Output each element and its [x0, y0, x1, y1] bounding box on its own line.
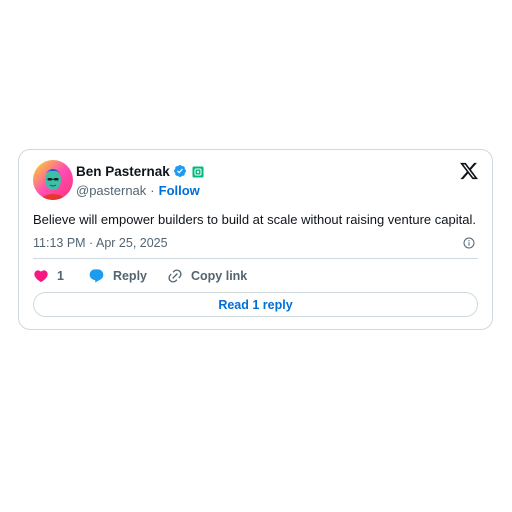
reply-label: Reply — [112, 269, 147, 283]
author-handle[interactable]: @pasternak — [76, 183, 146, 198]
author-handle-row: @pasternak · Follow — [76, 182, 200, 198]
tweet-timestamp[interactable]: 11:13 PM · Apr 25, 2025 — [33, 236, 168, 250]
follow-link[interactable]: Follow — [159, 183, 200, 198]
copy-link-label: Copy link — [191, 269, 248, 283]
author-display-name[interactable]: Ben Pasternak — [76, 164, 170, 179]
tweet-embed-card: Ben Pasternak @pasternak · Follow Believ… — [18, 149, 493, 330]
affiliate-badge-icon[interactable] — [192, 165, 204, 178]
separator-dot: · — [150, 182, 155, 198]
like-count: 1 — [57, 269, 64, 283]
info-icon[interactable] — [463, 236, 475, 249]
reply-button[interactable]: Reply — [88, 268, 147, 284]
link-icon — [168, 269, 182, 283]
copy-link-button[interactable]: Copy link — [167, 268, 247, 284]
like-button[interactable]: 1 — [33, 268, 88, 284]
tweet-text: Believe will empower builders to build a… — [33, 212, 476, 227]
author-name-row: Ben Pasternak — [76, 163, 204, 179]
tweet-actions: 1 Reply Copy link — [33, 267, 247, 285]
speech-bubble-icon — [89, 269, 104, 283]
divider — [33, 258, 478, 259]
x-logo-icon[interactable] — [459, 161, 479, 181]
verified-badge-icon — [173, 164, 187, 178]
read-replies-label: Read 1 reply — [218, 297, 293, 312]
read-replies-button[interactable]: Read 1 reply — [33, 292, 478, 317]
avatar[interactable] — [33, 160, 73, 200]
heart-icon — [34, 270, 48, 283]
